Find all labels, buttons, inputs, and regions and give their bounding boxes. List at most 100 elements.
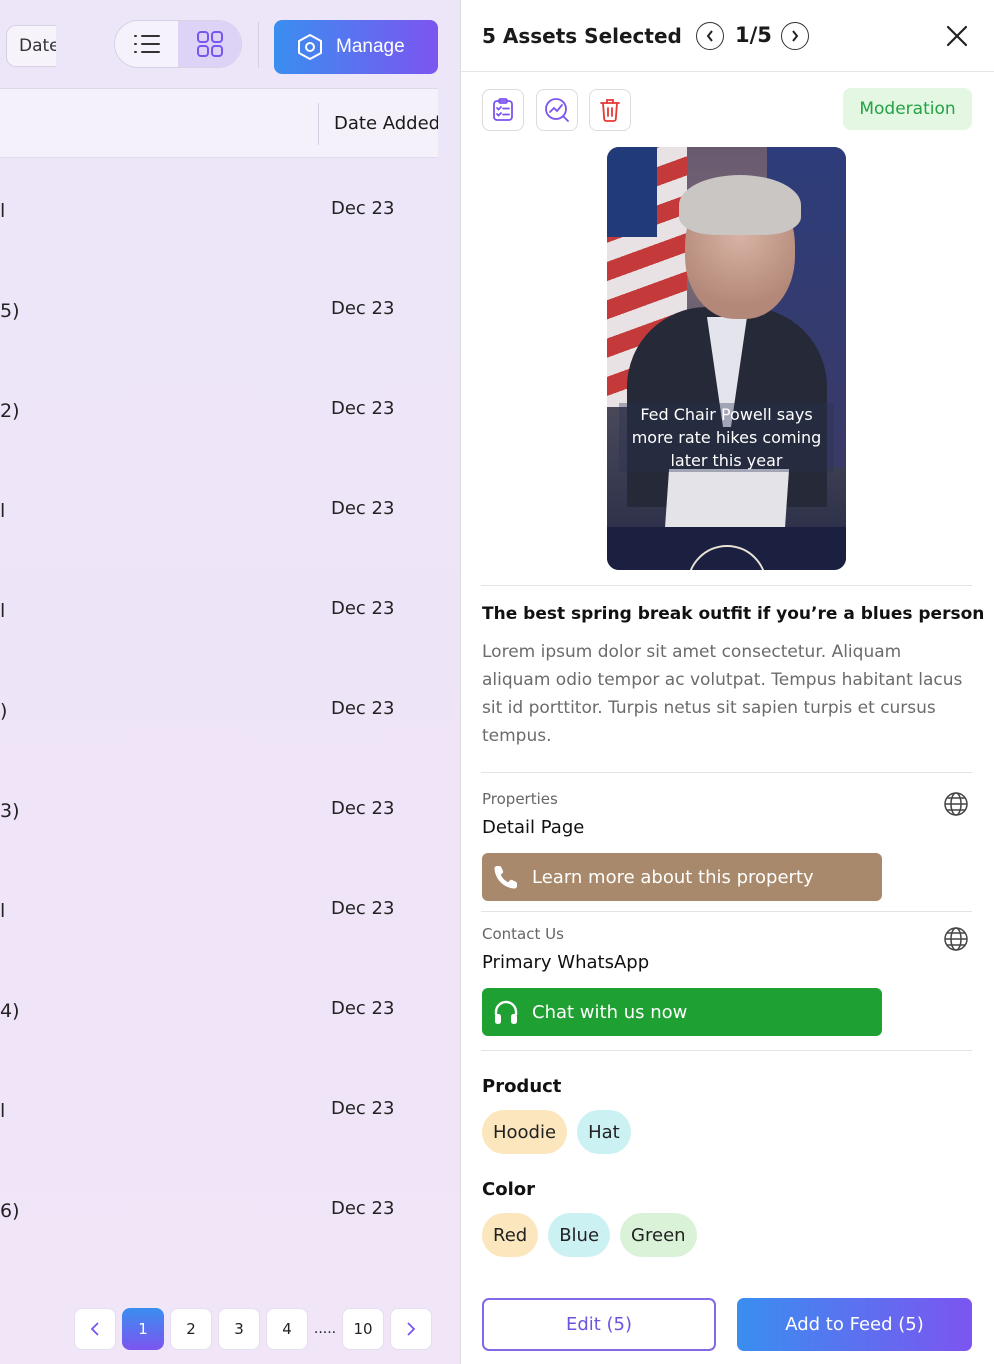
table-row[interactable]: ) Dec 23 (0, 660, 438, 760)
hexagon-settings-icon (298, 34, 322, 60)
page-ellipsis: ..... (313, 1321, 337, 1337)
color-section-title: Color (482, 1179, 535, 1200)
analytics-search-icon (545, 98, 569, 122)
row-name-fragment: 2) (0, 400, 20, 422)
row-date-added: Dec 23 (331, 298, 395, 319)
table-row[interactable]: 4) Dec 23 (0, 960, 438, 1060)
row-name-fragment: 4) (0, 1000, 20, 1022)
chat-cta-label: Chat with us now (532, 1001, 688, 1023)
globe-icon[interactable] (943, 926, 969, 952)
paper-sheets (664, 469, 790, 529)
date-filter[interactable]: Date (6, 25, 56, 67)
chip-blue[interactable]: Blue (548, 1213, 611, 1257)
divider (481, 585, 972, 586)
table-row[interactable]: 3) Dec 23 (0, 760, 438, 860)
row-date-added: Dec 23 (331, 1098, 395, 1119)
row-name-fragment: 5) (0, 300, 20, 322)
asset-list-pane: Date Manage Date Added l Dec 23 5) Dec 2… (0, 0, 460, 1364)
close-icon[interactable] (943, 22, 971, 50)
column-separator (318, 103, 319, 145)
row-date-added: Dec 23 (331, 998, 395, 1019)
row-date-added: Dec 23 (331, 1198, 395, 1219)
phone-icon (494, 866, 517, 889)
prev-page-button[interactable] (74, 1308, 116, 1350)
color-chips: Red Blue Green (482, 1213, 697, 1257)
row-date-added: Dec 23 (331, 698, 395, 719)
divider (481, 772, 972, 773)
chevron-right-icon (792, 30, 799, 42)
contact-value: Primary WhatsApp (482, 952, 650, 973)
page-button-1[interactable]: 1 (122, 1308, 164, 1350)
page-button-2[interactable]: 2 (170, 1308, 212, 1350)
asset-position: 1/5 (735, 23, 772, 47)
post-description: Lorem ipsum dolor sit amet consectetur. … (482, 642, 963, 746)
contact-label: Contact Us (482, 925, 564, 943)
divider (481, 1050, 972, 1051)
chip-red[interactable]: Red (482, 1213, 539, 1257)
table-row[interactable]: 2) Dec 23 (0, 360, 438, 460)
edit-button[interactable]: Edit (5) (482, 1298, 716, 1351)
chevron-left-icon (90, 1322, 99, 1336)
row-name-fragment: l (0, 900, 6, 922)
row-name-fragment: l (0, 600, 6, 622)
pagination: 1 2 3 4 ..... 10 (74, 1308, 432, 1350)
list-icon (134, 35, 160, 53)
chat-cta-button[interactable]: Chat with us now (482, 988, 882, 1036)
row-date-added: Dec 23 (331, 398, 395, 419)
chip-hoodie[interactable]: Hoodie (482, 1110, 568, 1154)
headphones-icon (494, 1000, 518, 1024)
row-date-added: Dec 23 (331, 898, 395, 919)
row-date-added: Dec 23 (331, 198, 395, 219)
row-date-added: Dec 23 (331, 598, 395, 619)
add-to-feed-button[interactable]: Add to Feed (5) (737, 1298, 972, 1351)
asset-media-preview[interactable]: Fed Chair Powell says more rate hikes co… (607, 147, 846, 570)
table-row[interactable]: l Dec 23 (0, 1060, 438, 1160)
delete-button[interactable] (589, 89, 631, 131)
manage-label: Manage (336, 36, 405, 57)
checklist-button[interactable] (482, 89, 524, 131)
chip-green[interactable]: Green (620, 1213, 697, 1257)
media-caption: Fed Chair Powell says more rate hikes co… (619, 403, 834, 472)
property-cta-label: Learn more about this property (532, 866, 814, 888)
product-section-title: Product (482, 1076, 562, 1097)
page-button-4[interactable]: 4 (266, 1308, 308, 1350)
person-hair (679, 175, 801, 235)
table-row[interactable]: l Dec 23 (0, 560, 438, 660)
next-asset-button[interactable] (781, 22, 809, 50)
post-title: The best spring break outfit if you’re a… (482, 604, 985, 624)
row-name-fragment: ) (0, 700, 8, 722)
table-row[interactable]: l Dec 23 (0, 160, 438, 260)
analytics-button[interactable] (536, 89, 578, 131)
list-view-button[interactable] (115, 21, 179, 67)
prev-asset-button[interactable] (696, 22, 724, 50)
divider (481, 911, 972, 912)
chip-hat[interactable]: Hat (577, 1110, 631, 1154)
table-row[interactable]: l Dec 23 (0, 460, 438, 560)
page-button-3[interactable]: 3 (218, 1308, 260, 1350)
asset-detail-panel: 5 Assets Selected 1/5 Moderation Fed Cha… (460, 0, 994, 1364)
properties-label: Properties (482, 790, 558, 808)
chevron-right-icon (407, 1322, 416, 1336)
chevron-left-icon (706, 30, 713, 42)
row-name-fragment: l (0, 200, 6, 222)
table-row[interactable]: 5) Dec 23 (0, 260, 438, 360)
property-cta-button[interactable]: Learn more about this property (482, 853, 882, 901)
grid-icon (197, 31, 223, 57)
moderation-badge[interactable]: Moderation (843, 88, 972, 130)
globe-icon[interactable] (943, 791, 969, 817)
trash-icon (600, 99, 620, 122)
panel-title: 5 Assets Selected (482, 24, 682, 48)
table-row[interactable]: l Dec 23 (0, 860, 438, 960)
row-name-fragment: 3) (0, 800, 20, 822)
clipboard-checklist-icon (493, 98, 513, 121)
next-page-button[interactable] (390, 1308, 432, 1350)
page-button-10[interactable]: 10 (342, 1308, 384, 1350)
table-header: Date Added (0, 88, 438, 158)
row-name-fragment: 6) (0, 1200, 20, 1222)
table-row[interactable]: 6) Dec 23 (0, 1160, 438, 1260)
column-header-date-added[interactable]: Date Added (334, 113, 438, 134)
flag-canton (607, 147, 657, 237)
manage-button[interactable]: Manage (274, 20, 438, 74)
grid-view-button[interactable] (178, 21, 241, 67)
panel-header: 5 Assets Selected 1/5 (461, 0, 994, 72)
